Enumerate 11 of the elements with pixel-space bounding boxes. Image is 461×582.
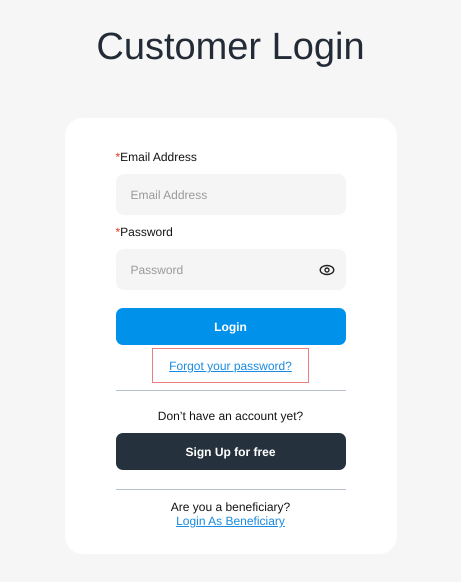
page-title: Customer Login xyxy=(96,25,365,70)
login-button[interactable]: Login xyxy=(116,308,346,345)
password-field[interactable]: Password xyxy=(116,249,346,290)
forgot-password-link[interactable]: Forgot your password? xyxy=(152,348,309,383)
field-label: *Email Address xyxy=(116,150,198,164)
beneficiary-prompt: Are you a beneficiary? Login As Beneficiary xyxy=(170,500,292,528)
signup-button[interactable]: Sign Up for free xyxy=(116,433,346,470)
field-label: *Password xyxy=(116,225,174,239)
beneficiary-login-link[interactable]: Login As Beneficiary xyxy=(176,514,285,528)
email-field[interactable]: Email Address xyxy=(116,174,346,215)
signup-prompt: Don’t have an account yet? xyxy=(156,409,304,423)
